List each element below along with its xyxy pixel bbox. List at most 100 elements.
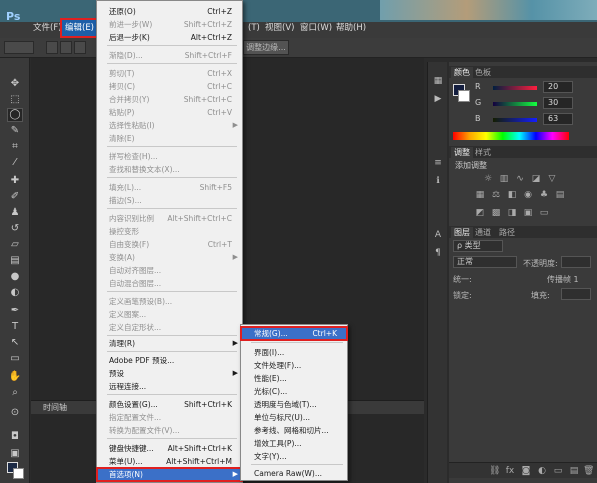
red-slider[interactable] (493, 86, 537, 90)
color-spectrum-bar[interactable] (453, 132, 569, 140)
preferences-menu-item[interactable]: 参考线、网格和切片... (241, 424, 347, 437)
green-value-input[interactable]: 30 (543, 97, 573, 109)
selective-color-icon[interactable]: ▣ (523, 208, 533, 218)
zoom-tool-icon[interactable]: ⌕ (8, 387, 22, 399)
edit-menu-item[interactable]: 后退一步(K) Alt+Ctrl+Z (97, 31, 242, 44)
opacity-input[interactable] (561, 256, 591, 268)
gradient-map-icon[interactable]: ▭ (539, 208, 549, 218)
photo-filter-icon[interactable]: ◉ (523, 190, 533, 200)
background-color-swatch[interactable] (13, 468, 24, 479)
blend-mode-select[interactable]: 正常 (453, 256, 517, 268)
subtract-selection-icon[interactable] (74, 41, 86, 54)
tab-swatches[interactable]: 色板 (475, 67, 491, 78)
edit-menu-item[interactable]: 内容识别比例 Alt+Shift+Ctrl+C (97, 212, 242, 225)
menu-3d[interactable]: (T) (245, 20, 263, 36)
lasso-tool-icon[interactable]: ◯ (7, 108, 23, 122)
3d-tool-icon[interactable]: ⊙ (8, 407, 22, 419)
history-panel-icon[interactable]: ▦ (432, 76, 444, 88)
preferences-menu-item[interactable]: 增效工具(P)... (241, 437, 347, 450)
preferences-menu-item[interactable]: 文字(Y)... (241, 450, 347, 463)
red-value-input[interactable]: 20 (543, 81, 573, 93)
blue-value-input[interactable]: 63 (543, 113, 573, 125)
hand-tool-icon[interactable]: ✋ (8, 371, 22, 383)
move-tool-icon[interactable]: ✥ (8, 78, 22, 90)
tab-layers[interactable]: 图层 (451, 227, 473, 238)
preferences-menu-item[interactable]: 界面(I)... (241, 346, 347, 359)
actions-panel-icon[interactable]: ▶ (432, 94, 444, 106)
refine-edge-button[interactable]: 调整边缘... (243, 40, 289, 55)
history-brush-tool-icon[interactable]: ↺ (8, 223, 22, 235)
edit-menu-item[interactable]: 颜色设置(G)... Shift+Ctrl+K (97, 398, 242, 411)
eyedropper-tool-icon[interactable]: ⁄ (8, 157, 22, 169)
levels-icon[interactable]: ▥ (499, 174, 509, 184)
edit-menu-item[interactable]: 查找和替换文本(X)... (97, 163, 242, 176)
brush-tool-icon[interactable]: ✐ (8, 191, 22, 203)
preferences-menu-item[interactable]: 光标(C)... (241, 385, 347, 398)
new-group-icon[interactable]: ▭ (553, 466, 563, 476)
delete-layer-icon[interactable]: 🗑 (583, 466, 594, 476)
add-selection-icon[interactable] (60, 41, 72, 54)
hue-saturation-icon[interactable]: ▦ (475, 190, 485, 200)
preferences-menu-item[interactable]: 常规(G)... Ctrl+K (240, 326, 348, 341)
blur-tool-icon[interactable]: ● (8, 271, 22, 283)
edit-menu-item[interactable]: 填充(L)... Shift+F5 (97, 181, 242, 194)
preferences-menu-item[interactable]: 性能(E)... (241, 372, 347, 385)
edit-menu-item[interactable]: 操控变形 (97, 225, 242, 238)
quick-mask-icon[interactable]: ◘ (8, 431, 22, 443)
link-layers-icon[interactable]: ⛓ (489, 466, 500, 476)
edit-menu-item[interactable]: 清除(E) (97, 132, 242, 145)
menu-file[interactable]: 文件(F) (30, 20, 65, 36)
edit-menu-item[interactable]: 剪切(T) Ctrl+X (97, 67, 242, 80)
edit-menu-item[interactable]: 前进一步(W) Shift+Ctrl+Z (97, 18, 242, 31)
edit-menu-item[interactable]: 首选项(N) ▶ (96, 467, 243, 482)
edit-menu-item[interactable]: 指定配置文件... (97, 411, 242, 424)
color-lookup-icon[interactable]: ▤ (555, 190, 565, 200)
marquee-tool-icon[interactable]: ⬚ (8, 94, 22, 106)
new-layer-icon[interactable]: ▤ (569, 466, 579, 476)
new-selection-icon[interactable] (46, 41, 58, 54)
gradient-tool-icon[interactable]: ▤ (8, 255, 22, 267)
vibrance-icon[interactable]: ▽ (547, 174, 557, 184)
preferences-menu-item[interactable]: 文件处理(F)... (241, 359, 347, 372)
timeline-tab[interactable]: 时间轴 (43, 402, 67, 413)
new-adjustment-layer-icon[interactable]: ◐ (537, 466, 547, 476)
menu-help[interactable]: 帮助(H) (333, 20, 369, 36)
tab-paths[interactable]: 路径 (499, 227, 515, 238)
type-tool-icon[interactable]: T (8, 321, 22, 333)
rectangle-tool-icon[interactable]: ▭ (8, 353, 22, 365)
clone-stamp-tool-icon[interactable]: ♟ (8, 207, 22, 219)
edit-menu-item[interactable]: 渐隐(D)... Shift+Ctrl+F (97, 49, 242, 62)
edit-menu-item[interactable]: 自动混合图层... (97, 277, 242, 290)
invert-icon[interactable]: ◩ (475, 208, 485, 218)
crop-tool-icon[interactable]: ⌗ (8, 141, 22, 153)
properties-panel-icon[interactable]: ≡ (432, 158, 444, 170)
edit-menu-item[interactable]: 变换(A) ▶ (97, 251, 242, 264)
edit-menu-item[interactable]: 远程连接... (97, 380, 242, 393)
tab-channels[interactable]: 通道 (475, 227, 491, 238)
edit-menu-item[interactable]: 合并拷贝(Y) Shift+Ctrl+C (97, 93, 242, 106)
edit-menu-item[interactable]: 自由变换(F) Ctrl+T (97, 238, 242, 251)
posterize-icon[interactable]: ▩ (491, 208, 501, 218)
edit-menu-item[interactable]: 拼写检查(H)... (97, 150, 242, 163)
preferences-menu-item[interactable]: Camera Raw(W)... (241, 467, 347, 480)
edit-menu-item[interactable]: 自动对齐图层... (97, 264, 242, 277)
tool-preset-picker[interactable] (4, 41, 34, 54)
edit-menu-item[interactable]: 清理(R) ▶ (97, 337, 242, 350)
edit-menu-item[interactable]: 预设 ▶ (97, 367, 242, 380)
edit-menu-item[interactable]: 还原(O) Ctrl+Z (97, 5, 242, 18)
curves-icon[interactable]: ∿ (515, 174, 525, 184)
paragraph-panel-icon[interactable]: ¶ (432, 248, 444, 260)
character-panel-icon[interactable]: A (432, 230, 444, 242)
color-balance-icon[interactable]: ⚖ (491, 190, 501, 200)
eraser-tool-icon[interactable]: ▱ (8, 239, 22, 251)
add-mask-icon[interactable]: ◙ (521, 466, 531, 476)
menu-window[interactable]: 窗口(W) (297, 20, 335, 36)
healing-brush-tool-icon[interactable]: ✚ (8, 175, 22, 187)
preferences-menu-item[interactable]: 透明度与色域(T)... (241, 398, 347, 411)
info-panel-icon[interactable]: ℹ (432, 176, 444, 188)
layer-kind-filter[interactable]: ρ 类型 (453, 240, 503, 252)
preferences-menu-item[interactable]: 单位与标尺(U)... (241, 411, 347, 424)
layer-style-icon[interactable]: fx (505, 466, 515, 476)
exposure-icon[interactable]: ◪ (531, 174, 541, 184)
edit-menu-item[interactable]: 菜单(U)... Alt+Shift+Ctrl+M (97, 455, 242, 468)
